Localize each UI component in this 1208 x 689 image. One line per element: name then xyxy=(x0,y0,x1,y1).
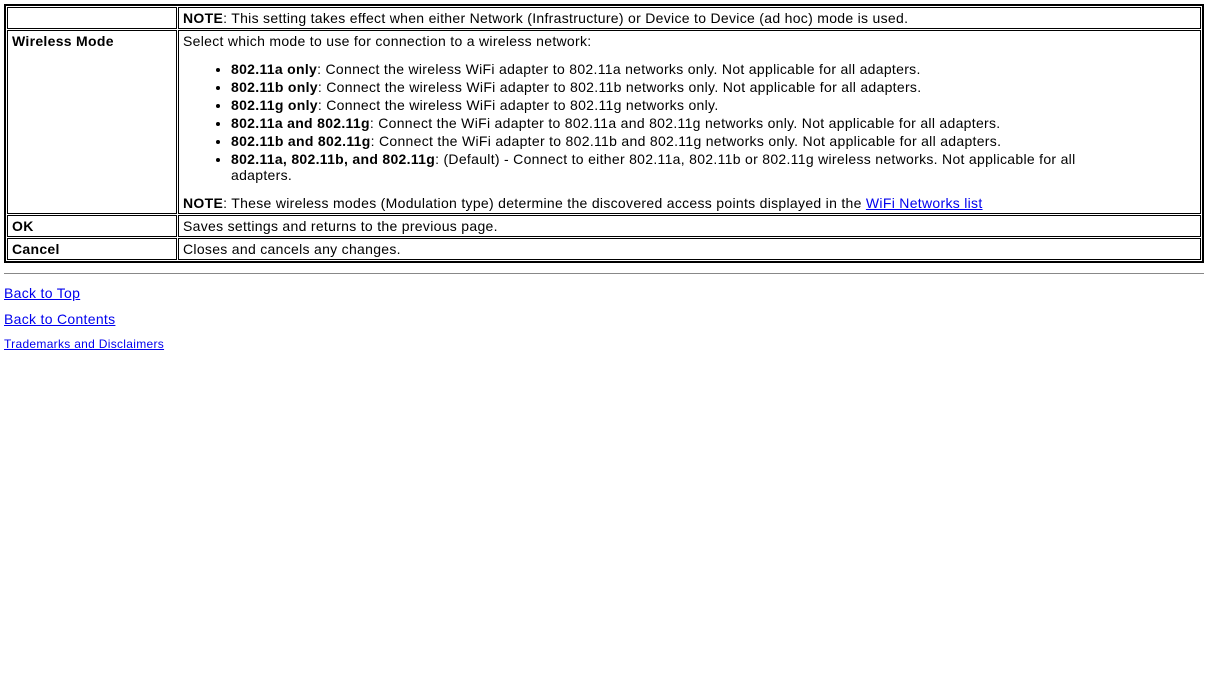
note-prefix: NOTE xyxy=(183,10,223,26)
table-row: NOTE: This setting takes effect when eit… xyxy=(7,7,1201,29)
list-item: 802.11a and 802.11g: Connect the WiFi ad… xyxy=(231,115,1196,131)
ok-description: Saves settings and returns to the previo… xyxy=(178,215,1201,237)
list-item: 802.11b and 802.11g: Connect the WiFi ad… xyxy=(231,133,1196,149)
back-to-contents-link[interactable]: Back to Contents xyxy=(4,311,115,327)
trademarks-link[interactable]: Trademarks and Disclaimers xyxy=(4,337,164,351)
list-item: 802.11b only: Connect the wireless WiFi … xyxy=(231,79,1196,95)
list-item: 802.11g only: Connect the wireless WiFi … xyxy=(231,97,1196,113)
footer-link-row: Back to Contents xyxy=(4,311,1204,327)
note-prefix: NOTE xyxy=(183,195,223,211)
footer-link-row: Trademarks and Disclaimers xyxy=(4,337,1204,351)
table-row: Wireless Mode Select which mode to use f… xyxy=(7,30,1201,214)
wireless-mode-list: 802.11a only: Connect the wireless WiFi … xyxy=(183,61,1196,183)
row-label-cancel: Cancel xyxy=(7,238,177,260)
footer-link-row: Back to Top xyxy=(4,285,1204,301)
settings-table: NOTE: This setting takes effect when eit… xyxy=(4,4,1204,263)
wifi-networks-list-link[interactable]: WiFi Networks list xyxy=(866,195,983,211)
table-row: OK Saves settings and returns to the pre… xyxy=(7,215,1201,237)
row-label-wireless-mode: Wireless Mode xyxy=(7,30,177,214)
row-label-empty xyxy=(7,7,177,29)
table-row: Cancel Closes and cancels any changes. xyxy=(7,238,1201,260)
cancel-description: Closes and cancels any changes. xyxy=(178,238,1201,260)
list-item: 802.11a only: Connect the wireless WiFi … xyxy=(231,61,1196,77)
back-to-top-link[interactable]: Back to Top xyxy=(4,285,80,301)
wireless-mode-cell: Select which mode to use for connection … xyxy=(178,30,1201,214)
note-cell: NOTE: This setting takes effect when eit… xyxy=(178,7,1201,29)
row-label-ok: OK xyxy=(7,215,177,237)
divider xyxy=(4,273,1204,275)
list-item: 802.11a, 802.11b, and 802.11g: (Default)… xyxy=(231,151,1196,183)
wireless-intro-text: Select which mode to use for connection … xyxy=(183,33,591,49)
note-text: : This setting takes effect when either … xyxy=(223,10,908,26)
note-text-part1: : These wireless modes (Modulation type)… xyxy=(223,195,866,211)
